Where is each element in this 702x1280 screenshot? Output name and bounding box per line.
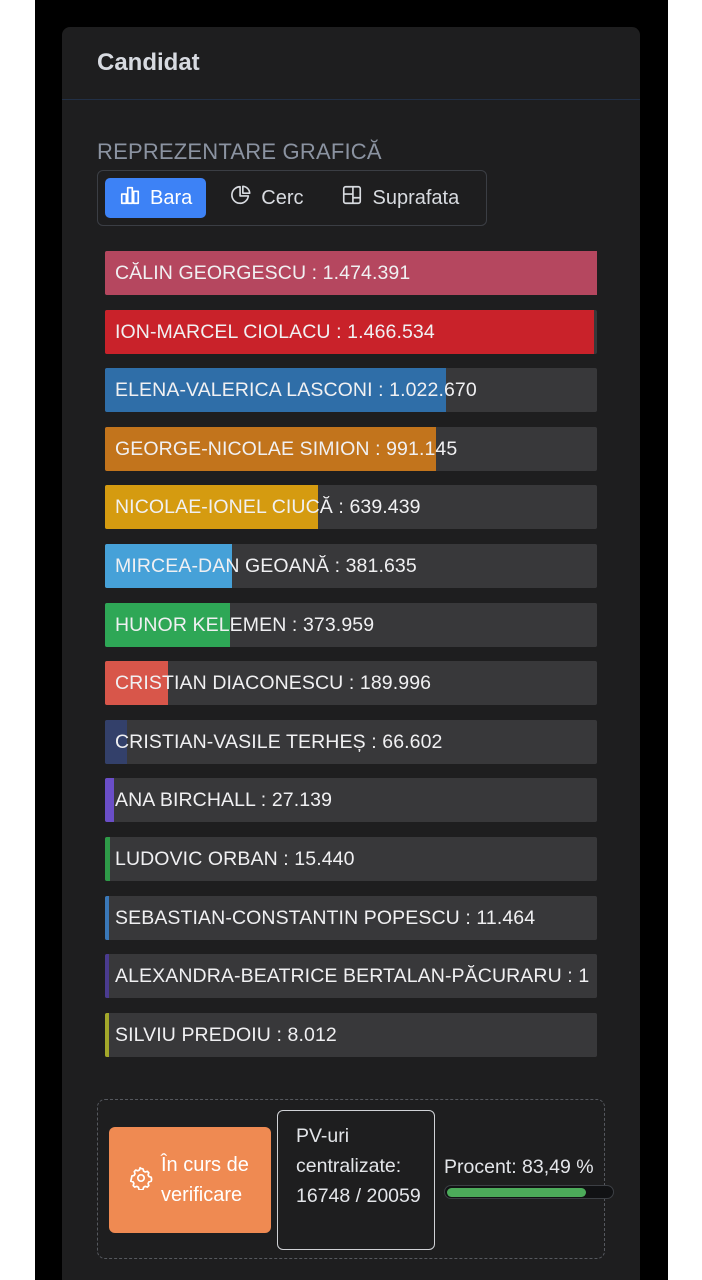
toggle-bar-button[interactable]: Bara <box>105 178 207 218</box>
bar-label: SEBASTIAN-CONSTANTIN POPESCU : 11.464 <box>115 907 536 929</box>
area-grid-icon <box>341 184 363 212</box>
percent-label: Procent: 83,49 % <box>444 1156 594 1178</box>
bar-row[interactable]: NICOLAE-IONEL CIUCĂ : 639.439 <box>105 485 597 529</box>
toggle-area-label: Suprafata <box>372 186 460 209</box>
bar-row[interactable]: SILVIU PREDOIU : 8.012 <box>105 1013 597 1057</box>
bar-row[interactable]: HUNOR KELEMEN : 373.959 <box>105 603 597 647</box>
percent-progress-track <box>444 1185 614 1199</box>
toggle-circle-button[interactable]: Cerc <box>216 178 317 218</box>
bar-row[interactable]: ION-MARCEL CIOLACU : 1.466.534 <box>105 310 597 354</box>
bar-label: ION-MARCEL CIOLACU : 1.466.534 <box>115 321 435 343</box>
card-header: Candidat <box>62 27 640 100</box>
pie-chart-icon <box>230 184 252 212</box>
bar-row[interactable]: GEORGE-NICOLAE SIMION : 991.145 <box>105 427 597 471</box>
bar-label: ANA BIRCHALL : 27.139 <box>115 789 333 811</box>
bar-label: CĂLIN GEORGESCU : 1.474.391 <box>115 262 411 284</box>
bar-chart-icon <box>119 184 141 212</box>
bar-label: GEORGE-NICOLAE SIMION : 991.145 <box>115 438 458 460</box>
bar-label: CRISTIAN DIACONESCU : 189.996 <box>115 672 432 694</box>
gear-icon <box>129 1166 153 1195</box>
bar-row[interactable]: ELENA-VALERICA LASCONI : 1.022.670 <box>105 368 597 412</box>
bar-label: ELENA-VALERICA LASCONI : 1.022.670 <box>115 379 477 401</box>
bar-row[interactable]: ANA BIRCHALL : 27.139 <box>105 778 597 822</box>
card-title: Candidat <box>97 49 200 76</box>
pv-count-box: PV-uri centralizate: 16748 / 20059 <box>277 1110 435 1250</box>
percent-block: Procent: 83,49 % <box>444 1156 616 1199</box>
bar-row[interactable]: CRISTIAN DIACONESCU : 189.996 <box>105 661 597 705</box>
chart-section-label: REPREZENTARE GRAFICĂ <box>97 139 382 164</box>
bar-label: LUDOVIC ORBAN : 15.440 <box>115 848 355 870</box>
bar-row[interactable]: MIRCEA-DAN GEOANĂ : 381.635 <box>105 544 597 588</box>
status-panel: În curs de verificare PV-uri centralizat… <box>97 1099 614 1259</box>
bar-label: ALEXANDRA-BEATRICE BERTALAN-PĂCURARU : 1 <box>115 965 590 987</box>
bar-fill <box>105 1013 109 1057</box>
bar-label: CRISTIAN-VASILE TERHEȘ : 66.602 <box>115 731 443 753</box>
bar-fill <box>105 954 109 998</box>
percent-progress-fill <box>447 1188 586 1197</box>
bar-label: SILVIU PREDOIU : 8.012 <box>115 1024 337 1046</box>
bar-row[interactable]: LUDOVIC ORBAN : 15.440 <box>105 837 597 881</box>
bar-row[interactable]: CRISTIAN-VASILE TERHEȘ : 66.602 <box>105 720 597 764</box>
bar-row[interactable]: ALEXANDRA-BEATRICE BERTALAN-PĂCURARU : 1 <box>105 954 597 998</box>
bar-fill <box>105 778 114 822</box>
verification-status-button[interactable]: În curs de verificare <box>109 1127 271 1233</box>
bar-label: MIRCEA-DAN GEOANĂ : 381.635 <box>115 555 417 577</box>
bar-fill <box>105 837 110 881</box>
toggle-circle-label: Cerc <box>261 186 304 209</box>
chart-view-toggle: Bara Cerc Suprafata <box>97 170 487 226</box>
candidate-card: Candidat REPREZENTARE GRAFICĂ Bara Cerc <box>62 27 640 1280</box>
bar-row[interactable]: CĂLIN GEORGESCU : 1.474.391 <box>105 251 597 295</box>
bar-row[interactable]: SEBASTIAN-CONSTANTIN POPESCU : 11.464 <box>105 896 597 940</box>
verification-status-label: În curs de verificare <box>161 1154 249 1206</box>
bar-label: NICOLAE-IONEL CIUCĂ : 639.439 <box>115 496 421 518</box>
toggle-area-button[interactable]: Suprafata <box>327 178 473 218</box>
toggle-bar-label: Bara <box>150 186 193 209</box>
bar-label: HUNOR KELEMEN : 373.959 <box>115 614 375 636</box>
bar-fill <box>105 896 109 940</box>
